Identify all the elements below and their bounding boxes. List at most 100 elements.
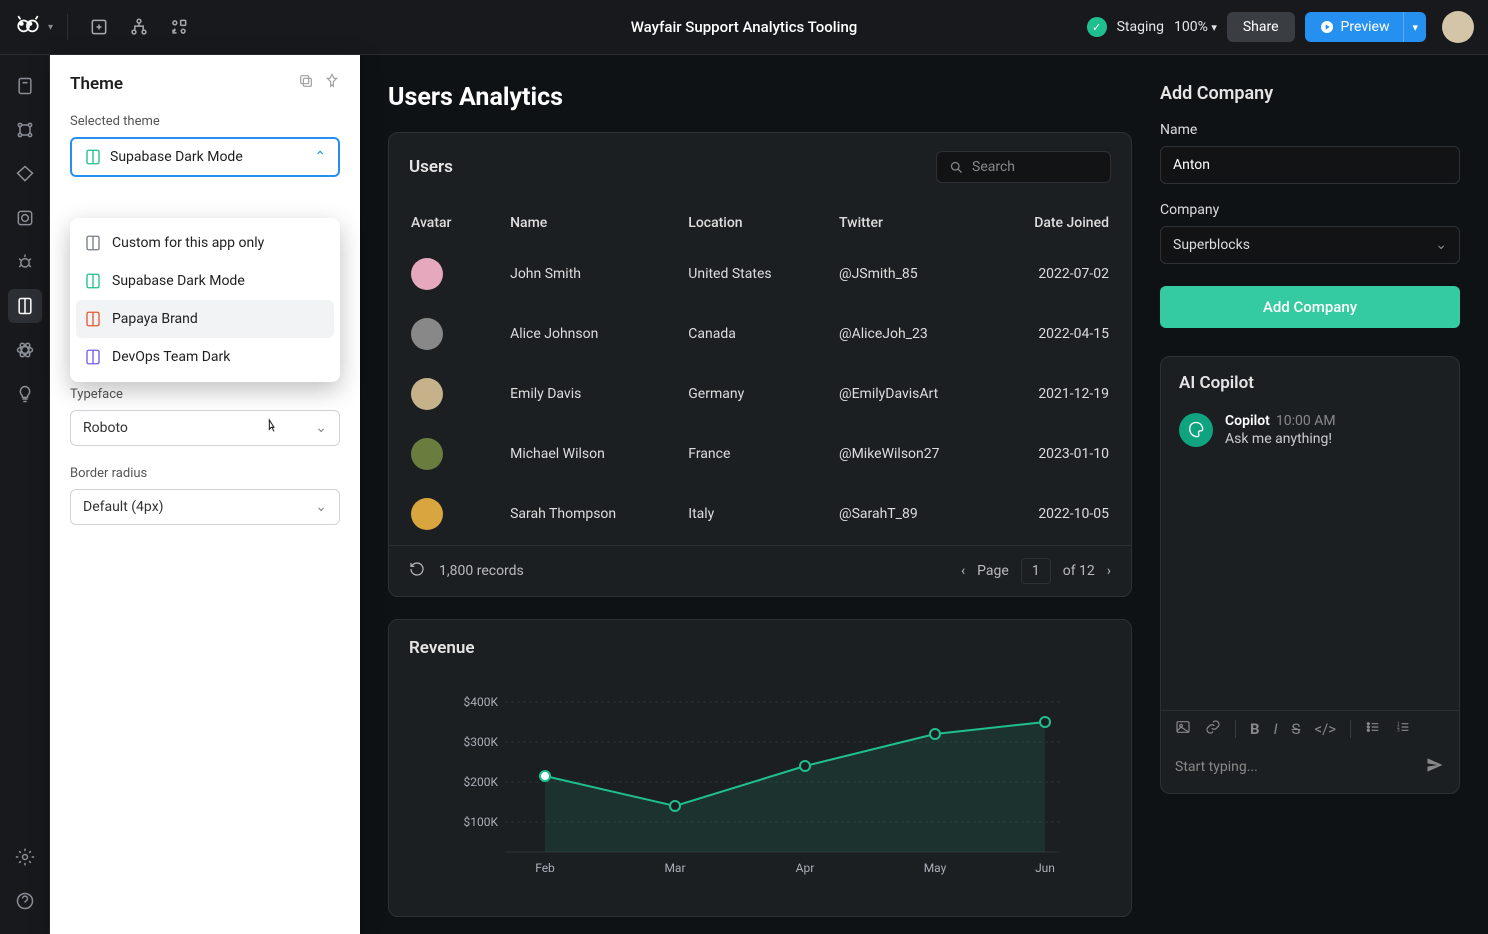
cell-location: Canada — [668, 305, 817, 363]
add-panel-icon[interactable] — [82, 10, 116, 44]
theme-option-label: Supabase Dark Mode — [112, 273, 245, 289]
italic-icon[interactable]: I — [1274, 720, 1278, 738]
revenue-title: Revenue — [389, 620, 1131, 666]
nav-settings-icon[interactable] — [8, 840, 42, 874]
cell-name: Emily Davis — [490, 365, 666, 423]
company-select[interactable]: Superblocks ⌄ — [1160, 226, 1460, 264]
nav-page-icon[interactable] — [8, 69, 42, 103]
nav-atom-icon[interactable] — [8, 333, 42, 367]
nav-debug-icon[interactable] — [8, 245, 42, 279]
zoom-label[interactable]: 100% ▾ — [1174, 19, 1217, 35]
add-company-title: Add Company — [1160, 83, 1460, 104]
col-twitter: Twitter — [819, 203, 988, 243]
typeface-select[interactable]: Roboto ⌄ — [70, 410, 340, 446]
code-icon[interactable]: </> — [1314, 720, 1336, 738]
cell-location: Germany — [668, 365, 817, 423]
page-next-icon[interactable]: › — [1107, 563, 1111, 579]
cell-name: Michael Wilson — [490, 425, 666, 483]
nav-graph-icon[interactable] — [8, 113, 42, 147]
bold-icon[interactable]: B — [1250, 720, 1260, 738]
chevron-down-icon: ⌄ — [1435, 237, 1447, 253]
company-value: Superblocks — [1173, 237, 1250, 253]
company-label: Company — [1160, 202, 1460, 218]
preview-button[interactable]: Preview — [1305, 12, 1404, 42]
radius-label: Border radius — [70, 466, 340, 481]
chevron-down-icon: ⌄ — [315, 420, 327, 436]
theme-option-custom[interactable]: Custom for this app only — [70, 224, 340, 262]
table-row[interactable]: Michael Wilson France @MikeWilson27 2023… — [391, 425, 1129, 483]
theme-option-devops[interactable]: DevOps Team Dark — [70, 338, 340, 376]
preview-dropdown-button[interactable]: ▾ — [1403, 12, 1426, 42]
theme-panel: Theme Selected theme Supabase Dark Mode … — [50, 55, 360, 934]
user-avatar[interactable] — [1442, 11, 1474, 43]
refresh-icon[interactable] — [409, 561, 425, 581]
list-number-icon[interactable]: 123 — [1395, 719, 1411, 739]
radius-value: Default (4px) — [83, 499, 164, 515]
app-logo[interactable] — [14, 13, 42, 41]
cell-twitter[interactable]: @MikeWilson27 — [819, 425, 988, 483]
theme-option-papaya[interactable]: Papaya Brand — [76, 300, 334, 338]
copy-icon[interactable] — [298, 73, 314, 94]
cell-location: France — [668, 425, 817, 483]
search-icon — [949, 160, 964, 175]
theme-option-supabase[interactable]: Supabase Dark Mode — [70, 262, 340, 300]
search-placeholder: Search — [972, 159, 1015, 175]
col-joined: Date Joined — [990, 203, 1129, 243]
svg-text:Mar: Mar — [664, 861, 685, 875]
cell-joined: 2022-10-05 — [990, 485, 1129, 543]
copilot-sender: Copilot — [1225, 413, 1270, 429]
cell-location: Italy — [668, 485, 817, 543]
table-row[interactable]: Alice Johnson Canada @AliceJoh_23 2022-0… — [391, 305, 1129, 363]
chevron-down-icon[interactable]: ▾ — [48, 22, 53, 33]
table-row[interactable]: John Smith United States @JSmith_85 2022… — [391, 245, 1129, 303]
records-count: 1,800 records — [439, 563, 524, 579]
nav-theme-icon[interactable] — [8, 289, 42, 323]
page-total: of 12 — [1063, 563, 1095, 579]
theme-select-value: Supabase Dark Mode — [110, 149, 243, 165]
svg-text:Feb: Feb — [535, 861, 555, 875]
page-number[interactable]: 1 — [1021, 558, 1051, 584]
components-icon[interactable] — [162, 10, 196, 44]
name-input[interactable] — [1160, 146, 1460, 184]
table-row[interactable]: Emily Davis Germany @EmilyDavisArt 2021-… — [391, 365, 1129, 423]
search-input[interactable]: Search — [936, 151, 1111, 183]
radius-select[interactable]: Default (4px) ⌄ — [70, 489, 340, 525]
cell-joined: 2022-04-15 — [990, 305, 1129, 363]
cell-twitter[interactable]: @SarahT_89 — [819, 485, 988, 543]
page-prev-icon[interactable]: ‹ — [961, 563, 965, 579]
env-label[interactable]: Staging — [1117, 19, 1164, 35]
page-title: Users Analytics — [388, 83, 1132, 112]
topbar: ▾ Wayfair Support Analytics Tooling ✓ St… — [0, 0, 1488, 55]
theme-option-label: Custom for this app only — [112, 235, 264, 251]
revenue-card: Revenue $400K $300K $200K — [388, 619, 1132, 917]
svg-text:$100K: $100K — [463, 815, 498, 829]
theme-select[interactable]: Supabase Dark Mode ⌃ — [70, 137, 340, 177]
avatar — [411, 438, 443, 470]
svg-text:$200K: $200K — [463, 775, 498, 789]
chevron-down-icon: ⌄ — [315, 499, 327, 515]
nav-tag-icon[interactable] — [8, 157, 42, 191]
share-button[interactable]: Share — [1227, 12, 1295, 42]
copilot-input[interactable]: Start typing... — [1175, 759, 1258, 775]
theme-option-label: Papaya Brand — [112, 311, 198, 327]
strike-icon[interactable]: S — [1292, 720, 1301, 738]
cell-twitter[interactable]: @EmilyDavisArt — [819, 365, 988, 423]
link-icon[interactable] — [1205, 719, 1221, 739]
list-bullet-icon[interactable] — [1365, 719, 1381, 739]
send-icon[interactable] — [1425, 755, 1445, 779]
col-name: Name — [490, 203, 666, 243]
image-icon[interactable] — [1175, 719, 1191, 739]
palette-icon — [84, 234, 102, 252]
palette-icon — [84, 148, 102, 166]
copilot-text: Ask me anything! — [1225, 431, 1336, 447]
cell-twitter[interactable]: @AliceJoh_23 — [819, 305, 988, 363]
nav-lightbulb-icon[interactable] — [8, 377, 42, 411]
add-company-button[interactable]: Add Company — [1160, 286, 1460, 328]
hierarchy-icon[interactable] — [122, 10, 156, 44]
cell-twitter[interactable]: @JSmith_85 — [819, 245, 988, 303]
iconbar — [0, 55, 50, 934]
nav-search-icon[interactable] — [8, 201, 42, 235]
nav-help-icon[interactable] — [8, 884, 42, 918]
table-row[interactable]: Sarah Thompson Italy @SarahT_89 2022-10-… — [391, 485, 1129, 543]
pin-icon[interactable] — [324, 73, 340, 94]
